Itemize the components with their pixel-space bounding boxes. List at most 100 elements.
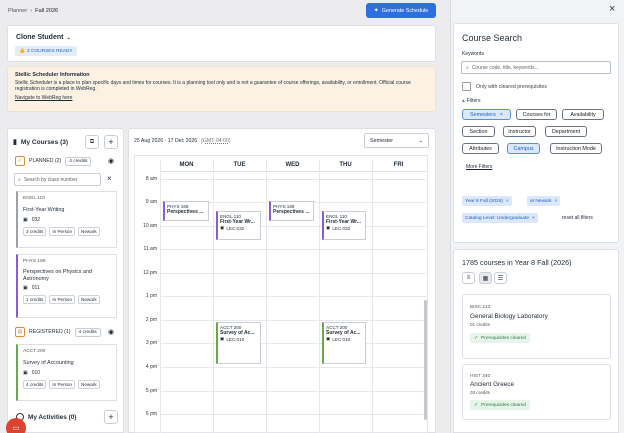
list-icon: ☰	[497, 275, 504, 282]
active-filter-semester[interactable]: Year 8 Fall (2026) ×	[462, 196, 512, 206]
planned-course-phys169[interactable]: PHYS 169 Perspectives on Physics and Ast…	[16, 254, 117, 318]
hour-line	[160, 273, 426, 274]
sort-button[interactable]: ≡	[462, 272, 475, 284]
filter-chip-semesters[interactable]: Semesters ×	[462, 109, 511, 120]
calendar-event-engl110-thu[interactable]: ENGL 110 First-Year Wr... ▣ LEC:032	[322, 211, 366, 240]
grid-view-button[interactable]: ▦	[479, 272, 492, 284]
add-course-button[interactable]: +	[104, 135, 118, 149]
time-label: 10 am	[143, 223, 157, 229]
close-icon: ×	[499, 111, 503, 118]
search-title: Course Search	[462, 33, 523, 43]
calendar-icon: ▣	[326, 225, 331, 230]
filter-chip-attributes[interactable]: Attributes	[462, 143, 499, 154]
check-icon: ✓	[474, 335, 479, 341]
generate-schedule-button[interactable]: ✦ Generate Schedule	[366, 3, 436, 18]
breadcrumb-parent[interactable]: Planner	[8, 8, 27, 14]
check-icon: ✓	[474, 402, 479, 408]
filter-chip-instructor[interactable]: Instructor	[503, 126, 536, 137]
calendar-event-acct200-thu[interactable]: ACCT 200 Survey of Ac... ▣ LEC:010	[322, 322, 366, 364]
calendar-scrollbar[interactable]	[424, 300, 427, 420]
course-tags: 1 credits In Person Newark	[23, 295, 111, 304]
close-icon: ×	[609, 3, 616, 15]
filter-chip-campus[interactable]: Campus	[507, 143, 540, 154]
student-selector[interactable]: Clone Student ⌄	[16, 34, 71, 41]
sparkle-icon: ✦	[373, 8, 379, 14]
filter-chip-instruction-mode[interactable]: Instruction Mode	[550, 143, 602, 154]
view-select[interactable]: Semester ⌄	[364, 133, 429, 148]
eye-icon[interactable]: ◉	[108, 328, 114, 336]
hour-line	[160, 226, 426, 227]
registered-section-header[interactable]: ▤ REGISTERED (1) 4 credits	[15, 327, 101, 337]
my-activities-header: My Activities (0)	[16, 413, 76, 421]
reset-filters-link[interactable]: reset all filters	[562, 215, 593, 221]
close-icon[interactable]: ×	[107, 174, 112, 183]
webreg-link[interactable]: Navigate to WebReg here	[15, 95, 428, 101]
hour-line	[160, 296, 426, 297]
close-panel-button[interactable]: ×	[609, 3, 615, 15]
chevron-right-icon: ›	[30, 8, 33, 14]
cleared-prereq-checkbox[interactable]: Only with cleared prerequisites	[462, 82, 547, 91]
hour-line	[160, 367, 426, 368]
time-label: 4 pm	[145, 364, 157, 370]
course-tags: 3 credits In Person Newark	[23, 227, 111, 236]
hour-line	[160, 414, 426, 415]
day-header-wed: WED	[285, 162, 300, 168]
hour-line	[160, 179, 426, 180]
info-title: Stellic Scheduler Information	[15, 72, 90, 78]
filter-chip-department[interactable]: Department	[545, 126, 587, 137]
calendar-event-engl110-tue[interactable]: ENGL 110 First-Year Wr... ▣ LEC:032	[216, 211, 261, 240]
my-courses-header: ▮ My Courses (3)	[13, 138, 69, 147]
chat-button[interactable]: ▭	[6, 418, 26, 433]
filter-chip-courses-for[interactable]: Courses for	[516, 109, 557, 120]
time-label: 6 pm	[145, 411, 157, 417]
search-icon: ⌕	[18, 176, 21, 183]
time-label: 9 am	[145, 199, 157, 205]
active-filter-campus[interactable]: at Newark ×	[527, 196, 561, 206]
planned-course-engl110[interactable]: ENGL 110 First-Year Writing ▣ 032 3 cred…	[16, 191, 117, 248]
active-filter-level[interactable]: Catalog Level: Undergraduate ×	[462, 213, 538, 223]
plus-icon: +	[108, 412, 114, 422]
plus-icon: +	[108, 137, 114, 147]
calendar-icon: ▣	[220, 336, 225, 341]
class-number-search[interactable]: ⌕ Search by class number	[14, 173, 101, 186]
registered-course-acct200[interactable]: ACCT 200 Survey of Accounting ▣ 010 4 cr…	[16, 344, 117, 401]
section-row: ▣ 011	[23, 285, 40, 291]
filters-label: ⩓ Filters	[462, 98, 481, 104]
time-label: 8 am	[145, 176, 157, 182]
results-count: 1785 courses in Year 8 Fall (2026)	[462, 258, 572, 267]
day-header-fri: FRI	[393, 162, 404, 168]
calendar-event-acct200-tue[interactable]: ACCT 200 Survey of Ac... ▣ LEC:010	[216, 322, 261, 364]
day-header-mon: MON	[179, 162, 194, 168]
planned-section-header[interactable]: ✓ PLANNED (2) 4 credits	[15, 156, 92, 166]
clipboard-icon: ▤	[15, 327, 25, 337]
copy-courses-button[interactable]: ⧉	[85, 135, 99, 149]
hour-line	[160, 391, 426, 392]
header-divider	[160, 171, 426, 172]
calendar-icon: ▣	[326, 336, 331, 341]
calendar-event-phys169-mon[interactable]: PHYS 169 Perspectives ...	[163, 201, 209, 221]
result-course-hist340[interactable]: HIST 340 Ancient Greece 03 credits ✓ Prer…	[462, 364, 611, 420]
keywords-input[interactable]: ⌕ Course code, title, keywords...	[461, 61, 611, 74]
chat-icon: ▭	[12, 425, 20, 432]
registered-credits-badge: 4 credits	[74, 327, 101, 337]
result-course-bisc113[interactable]: BISC 113 General Biology Laboratory 01 c…	[462, 294, 611, 359]
day-header-tue: TUE	[233, 162, 246, 168]
list-view-button[interactable]: ☰	[494, 272, 507, 284]
timezone-label[interactable]: (GMT-04:00)	[201, 138, 230, 144]
eye-icon[interactable]: ◉	[108, 157, 114, 165]
filter-chip-section[interactable]: Section	[462, 126, 495, 137]
calendar-event-phys169-wed[interactable]: PHYS 169 Perspectives ...	[269, 201, 314, 221]
add-activity-button[interactable]: +	[104, 410, 118, 424]
student-card: Clone Student ⌄ 👍 2 COURSES READY	[7, 25, 436, 62]
event-location: ▣ LEC:032	[326, 225, 351, 231]
book-icon: ▮	[13, 139, 17, 146]
more-filters-link[interactable]: More Filters	[466, 164, 492, 170]
hour-line	[160, 249, 426, 250]
breadcrumb: Planner › Fall 2026	[8, 8, 58, 14]
filter-chip-availability[interactable]: Availability	[562, 109, 604, 120]
calendar-icon: ▣	[220, 225, 225, 230]
time-label: 3 pm	[145, 340, 157, 346]
time-label: 5 pm	[145, 388, 157, 394]
checkbox-icon	[462, 82, 471, 91]
section-row: ▣ 010	[23, 370, 41, 376]
